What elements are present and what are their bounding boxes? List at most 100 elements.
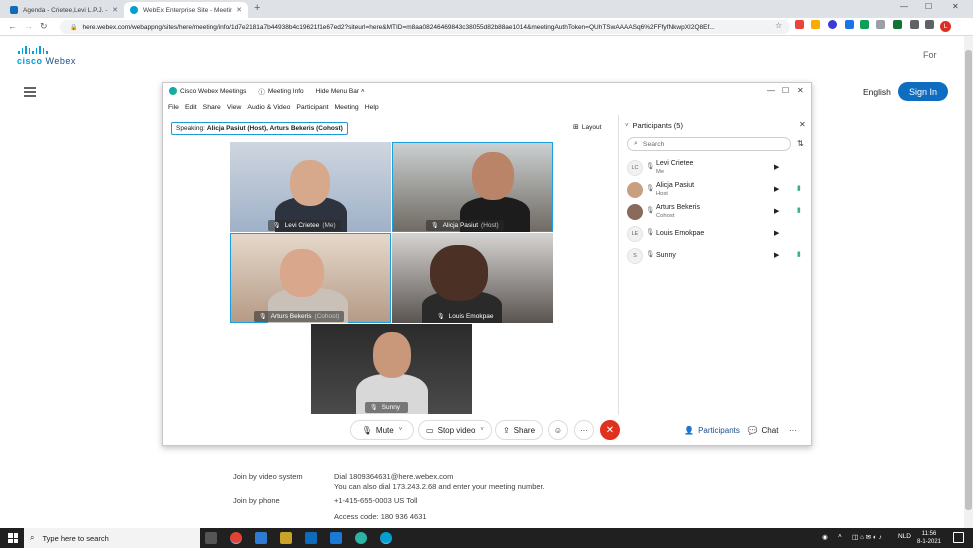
clock-date: 8-1-2021 [917,539,942,545]
task-view-icon[interactable] [205,532,217,544]
tab-webex[interactable]: WebEx Enterprise Site - Meeting ✕ [124,2,248,18]
extension-icon[interactable] [828,20,837,29]
cisco-webex-logo[interactable]: cisco Webex [17,46,76,66]
reload-icon[interactable]: ↻ [40,21,48,32]
maximize-icon[interactable]: ☐ [925,2,932,11]
participant-row[interactable]: S 🎙 Sunny ▶ ▮ [619,245,812,267]
menu-share[interactable]: Share [203,104,221,111]
close-panel-icon[interactable]: ✕ [799,120,806,129]
system-clock[interactable]: 11:56 8-1-2021 [917,530,941,546]
leave-meeting-button[interactable]: ✕ [600,420,620,440]
vscode-icon[interactable] [255,532,267,544]
back-icon[interactable]: ← [8,21,17,31]
smiley-icon: ☺ [553,425,563,435]
participant-row[interactable]: 🎙 Alicja Pasiut Host ▶ ▮ [619,179,812,201]
menu-meeting[interactable]: Meeting [335,104,359,111]
edge-icon[interactable] [355,532,367,544]
meeting-info-button[interactable]: ⓘ Meeting Info [258,86,303,97]
sort-icon[interactable]: ⇅ [797,139,804,148]
video-tile-louis[interactable]: 🎙 Louis Emokpae [392,233,553,323]
webex-icon[interactable] [380,532,392,544]
minimize-icon[interactable]: — [900,2,908,11]
url-bar[interactable]: 🔒 here.webex.com/webappng/sites/here/mee… [60,20,790,34]
menu-audio-video[interactable]: Audio & Video [247,104,290,111]
new-tab-button[interactable]: + [254,2,260,14]
more-options-button[interactable]: ··· [574,420,594,440]
tab-title: Agenda - Crietee,Levi L.P.J. - Outlook [23,6,108,14]
chevron-up-icon[interactable]: ˄ [838,533,842,540]
extension-icon[interactable] [811,20,820,29]
extension-icon[interactable] [876,20,885,29]
participant-row[interactable]: 🎙 Arturs Bekeris Cohost ▶ ▮ [619,201,812,223]
extension-icon[interactable] [893,20,902,29]
video-tile-arturs[interactable]: 🎙 Arturs Bekeris (Cohost) [230,233,391,323]
minimize-icon[interactable]: — [767,86,775,95]
camera-icon: ▶ [774,252,780,259]
video-tile-alicja[interactable]: 🎙 Alicja Pasiut (Host) [392,142,553,232]
taskbar-search-input[interactable]: ⌕ Type here to search [24,528,200,548]
file-explorer-icon[interactable] [280,532,292,544]
language-selector[interactable]: English [863,87,891,97]
chat-button[interactable]: 💬 Chat [746,420,780,440]
mute-button[interactable]: 🎙 Mute ˅ [350,420,414,440]
windows-start-icon[interactable] [8,533,18,543]
outlook-icon[interactable] [330,532,342,544]
scrollbar-thumb[interactable] [965,50,972,510]
reactions-button[interactable]: ☺ [548,420,568,440]
menu-file[interactable]: File [168,104,179,111]
sign-in-button[interactable]: Sign In [898,82,948,101]
tab-outlook[interactable]: Agenda - Crietee,Levi L.P.J. - Outlook ✕ [4,2,124,18]
hide-menu-label: Hide Menu Bar [315,87,359,95]
video-tile-sunny[interactable]: 🎙 Sunny [311,324,472,414]
participant-row[interactable]: LC 🎙 Levi Crietee Me ▶ [619,157,812,179]
participant-search-input[interactable]: ⌕ Search [627,137,791,151]
notification-icon[interactable] [953,532,964,543]
outlook-icon [10,6,18,14]
person-face [472,152,514,200]
chrome-icon[interactable] [230,532,242,544]
menu-icon[interactable] [24,87,36,99]
extension-icon[interactable] [845,20,854,29]
active-speaker-icon: ▮ [797,207,801,214]
extension-icon[interactable] [910,20,919,29]
close-icon[interactable]: ✕ [236,6,242,14]
participant-name: Alicja Pasiut [656,182,695,189]
profile-avatar[interactable]: L [940,21,951,32]
chevron-down-icon[interactable]: ˅ [399,427,403,433]
participants-header[interactable]: ˅ Participants (5) [625,121,683,130]
maximize-icon[interactable]: ☐ [782,86,789,95]
participant-row[interactable]: LE 🎙 Louis Emokpae ▶ [619,223,812,245]
panel-more-button[interactable]: ··· [783,420,803,440]
forward-icon[interactable]: → [24,21,33,31]
close-icon[interactable]: ✕ [112,6,118,14]
hide-menu-bar-button[interactable]: Hide Menu Bar ˄ [316,88,365,95]
menu-participant[interactable]: Participant [296,104,328,111]
share-button[interactable]: ⇪ Share [495,420,543,440]
search-icon: ⌕ [634,140,638,147]
tray-icons[interactable]: ◫ ⌂ ✉ ◐ ♪ [852,533,882,541]
close-window-icon[interactable]: ✕ [952,2,959,11]
menu-view[interactable]: View [227,104,242,111]
star-icon[interactable]: ☆ [775,21,782,30]
language-indicator[interactable]: NLD [898,533,911,540]
menu-edit[interactable]: Edit [185,104,197,111]
close-icon[interactable]: ✕ [797,86,804,95]
tile-name-label: 🎙 Louis Emokpae [432,311,502,322]
tray-app-icon[interactable]: ◉ [822,533,828,541]
stop-video-button[interactable]: ▭ Stop video ˅ [418,420,492,440]
mail-icon[interactable] [305,532,317,544]
page-scrollbar[interactable] [964,36,973,528]
logo-product: Webex [45,56,76,66]
extension-icon[interactable] [795,20,804,29]
for-link[interactable]: For [923,50,937,60]
participants-button[interactable]: 👤 Participants [683,420,741,440]
extension-icon[interactable] [860,20,869,29]
puzzle-icon[interactable] [925,20,934,29]
mic-icon: 🎙 [646,207,655,214]
ellipsis-icon: ··· [789,425,797,435]
chevron-down-icon[interactable]: ˅ [480,427,484,433]
menu-help[interactable]: Help [365,104,379,111]
layout-button[interactable]: ⊞ Layout [573,123,601,132]
chevron-up-icon: ˄ [360,87,365,95]
video-tile-levi[interactable]: 🎙 Levi Crietee (Me) [230,142,391,232]
